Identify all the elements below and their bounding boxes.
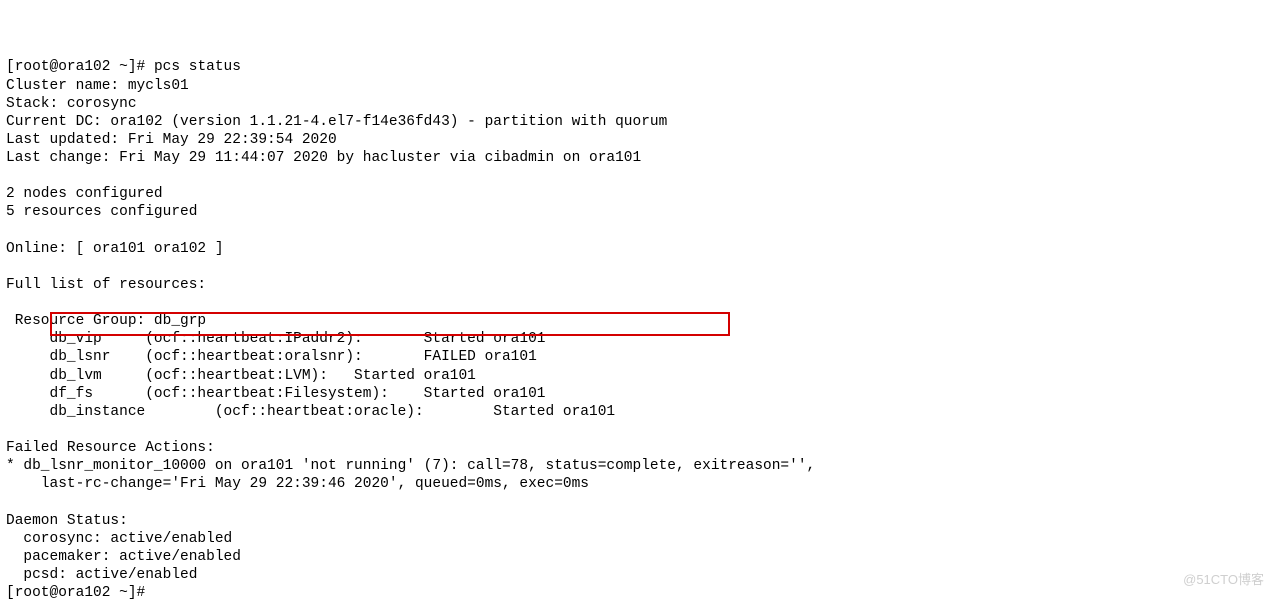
resource-group-line: Resource Group: db_grp (6, 313, 206, 329)
resource-db-lvm: db_lvm (ocf::heartbeat:LVM): Started ora… (6, 368, 476, 384)
failed-actions-header: Failed Resource Actions: (6, 440, 215, 456)
online-nodes-line: Online: [ ora101 ora102 ] (6, 241, 224, 257)
daemon-pacemaker: pacemaker: active/enabled (6, 549, 241, 565)
last-updated-line: Last updated: Fri May 29 22:39:54 2020 (6, 132, 337, 148)
resource-df-fs: df_fs (ocf::heartbeat:Filesystem): Start… (6, 386, 546, 402)
command: pcs status (154, 59, 241, 75)
daemon-status-header: Daemon Status: (6, 513, 128, 529)
shell-prompt: [root@ora102 ~]# (6, 59, 154, 75)
daemon-pcsd: pcsd: active/enabled (6, 567, 197, 583)
current-dc-line: Current DC: ora102 (version 1.1.21-4.el7… (6, 114, 667, 130)
last-change-line: Last change: Fri May 29 11:44:07 2020 by… (6, 150, 641, 166)
failed-action-line-1: * db_lsnr_monitor_10000 on ora101 'not r… (6, 458, 815, 474)
resource-db-instance: db_instance (ocf::heartbeat:oracle): Sta… (6, 404, 615, 420)
resource-db-lsnr: db_lsnr (ocf::heartbeat:oralsnr): FAILED… (6, 349, 537, 365)
daemon-corosync: corosync: active/enabled (6, 531, 232, 547)
shell-prompt-end[interactable]: [root@ora102 ~]# (6, 585, 145, 601)
full-list-header: Full list of resources: (6, 277, 206, 293)
failed-action-line-2: last-rc-change='Fri May 29 22:39:46 2020… (6, 476, 589, 492)
resource-db-vip: db_vip (ocf::heartbeat:IPaddr2): Started… (6, 331, 546, 347)
watermark: @51CTO博客 (1183, 572, 1264, 588)
nodes-configured-line: 2 nodes configured (6, 186, 163, 202)
cluster-name-line: Cluster name: mycls01 (6, 78, 189, 94)
resources-configured-line: 5 resources configured (6, 204, 197, 220)
stack-line: Stack: corosync (6, 96, 137, 112)
